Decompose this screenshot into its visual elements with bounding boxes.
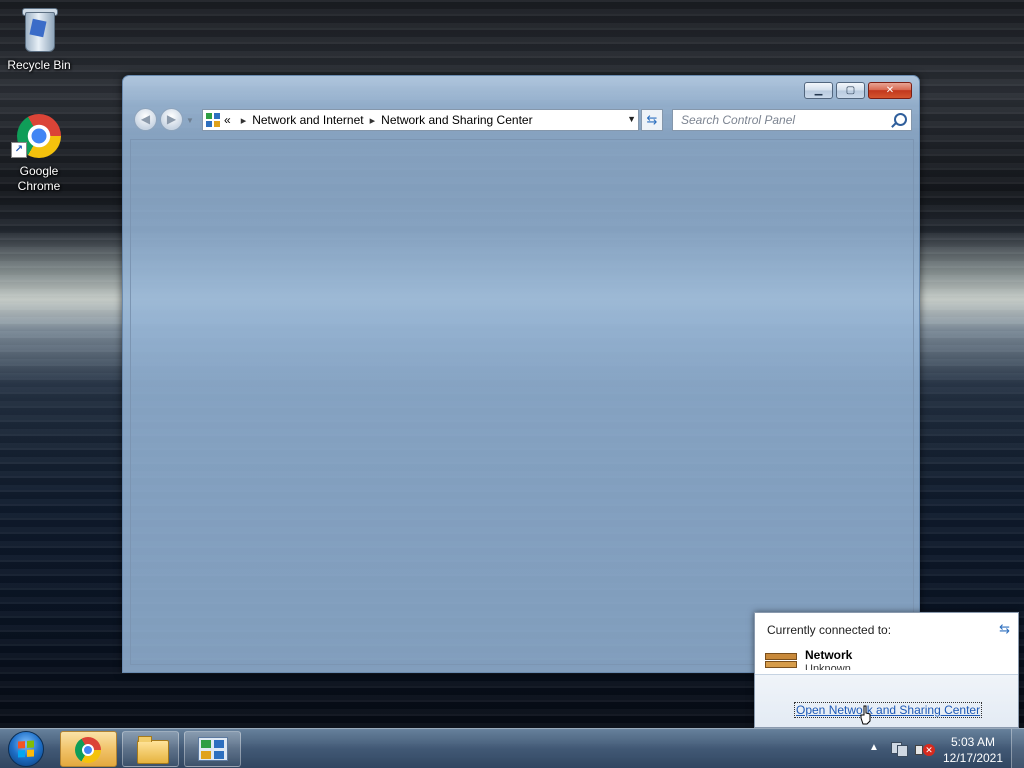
recycle-bin-icon [15, 6, 63, 54]
control-panel-icon [206, 113, 220, 127]
search-placeholder: Search Control Panel [681, 113, 796, 127]
breadcrumb-network-and-internet[interactable]: Network and Internet [252, 113, 363, 127]
breadcrumb-overflow[interactable]: « [224, 113, 231, 127]
taskbar-control-panel-button[interactable] [184, 731, 241, 767]
desktop: Recycle Bin ↗ Google Chrome ▁ ▢ ✕ ◀ ▶ ▼ … [0, 0, 1024, 768]
clock-date: 12/17/2021 [942, 751, 1004, 765]
mouse-cursor-icon [860, 705, 871, 725]
desktop-icon-label: Recycle Bin [7, 58, 71, 72]
taskbar: ▲ ✕ 5:03 AM 12/17/2021 [0, 728, 1024, 768]
chrome-icon: ↗ [11, 112, 63, 160]
flyout-footer: Open Network and Sharing Center [755, 674, 1018, 727]
clock-time: 5:03 AM [950, 735, 996, 749]
refresh-icon[interactable]: ⇆ [999, 621, 1010, 637]
network-status: Unknown [805, 663, 851, 670]
desktop-icon-recycle-bin[interactable]: Recycle Bin [1, 6, 77, 73]
show-hidden-icons-button[interactable]: ▲ [869, 742, 879, 753]
maximize-button[interactable]: ▢ [836, 82, 865, 99]
close-icon: ✕ [885, 85, 895, 96]
network-tray-icon[interactable] [891, 740, 908, 757]
breadcrumb-network-and-sharing-center[interactable]: Network and Sharing Center [381, 113, 532, 127]
window-controls: ▁ ▢ ✕ [804, 82, 912, 99]
control-panel-window[interactable]: ▁ ▢ ✕ ◀ ▶ ▼ « ▸ Network and Internet ▸ N… [122, 75, 920, 673]
windows-explorer-icon [137, 736, 169, 764]
recent-pages-dropdown[interactable]: ▼ [186, 116, 194, 125]
chevron-right-icon[interactable]: ▸ [241, 114, 247, 127]
taskbar-explorer-button[interactable] [122, 731, 179, 767]
clock[interactable]: 5:03 AM 12/17/2021 [938, 734, 1008, 766]
desktop-icon-label: Google Chrome [17, 164, 61, 193]
address-dropdown-button[interactable]: ▼ [627, 114, 636, 124]
network-name[interactable]: Network [805, 648, 852, 662]
forward-arrow-icon: ▶ [166, 112, 177, 126]
desktop-icon-google-chrome[interactable]: ↗ Google Chrome [1, 112, 77, 194]
shortcut-arrow-icon: ↗ [11, 142, 27, 158]
refresh-icon: ⇆ [646, 112, 658, 127]
start-button[interactable] [8, 731, 44, 767]
refresh-button[interactable]: ⇆ [641, 109, 663, 131]
volume-muted-icon[interactable]: ✕ [915, 741, 935, 757]
network-bench-icon [765, 651, 797, 669]
minimize-icon: ▁ [814, 85, 823, 96]
back-arrow-icon: ◀ [140, 112, 151, 126]
open-network-sharing-center-link[interactable]: Open Network and Sharing Center [793, 702, 983, 718]
content-area [130, 139, 914, 665]
chrome-icon [75, 737, 101, 763]
show-desktop-button[interactable] [1011, 729, 1024, 768]
navigation-bar: ◀ ▶ ▼ « ▸ Network and Internet ▸ Network… [131, 107, 912, 133]
windows-logo-icon [18, 740, 34, 758]
maximize-icon: ▢ [845, 85, 856, 96]
search-icon[interactable] [894, 113, 907, 126]
control-panel-icon [198, 737, 228, 761]
taskbar-chrome-button[interactable] [60, 731, 117, 767]
minimize-button[interactable]: ▁ [804, 82, 833, 99]
search-input[interactable]: Search Control Panel [672, 109, 912, 131]
chevron-right-icon[interactable]: ▸ [370, 114, 376, 127]
flyout-title: Currently connected to: [767, 623, 892, 637]
back-button[interactable]: ◀ [134, 108, 157, 131]
close-button[interactable]: ✕ [868, 82, 912, 99]
address-bar[interactable]: « ▸ Network and Internet ▸ Network and S… [202, 109, 639, 131]
network-flyout: Currently connected to: ⇆ Network Unknow… [754, 612, 1019, 728]
forward-button[interactable]: ▶ [160, 108, 183, 131]
